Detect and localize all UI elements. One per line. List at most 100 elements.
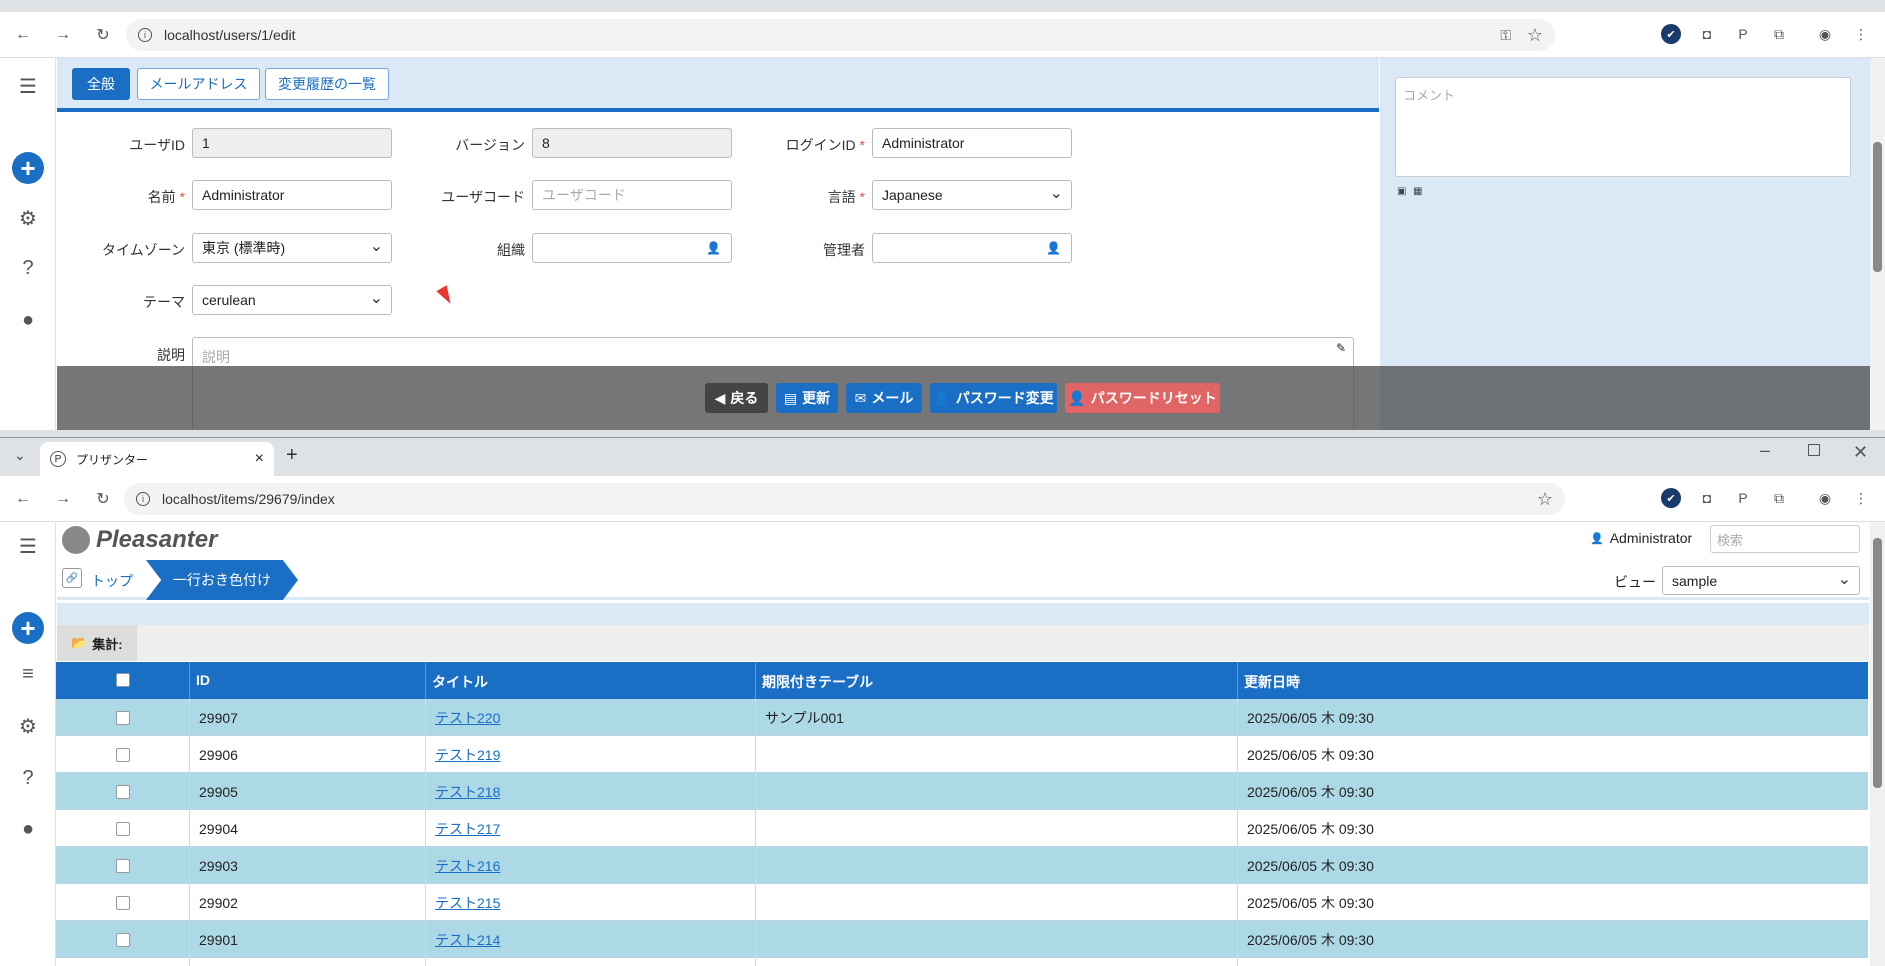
add-icon[interactable]: + — [12, 612, 44, 644]
site-info-icon[interactable]: i — [138, 28, 152, 42]
name-input[interactable]: Administrator — [192, 180, 392, 210]
row-checkbox[interactable] — [116, 895, 130, 910]
row-checkbox[interactable] — [116, 858, 130, 873]
user-icon[interactable]: ● — [14, 815, 42, 843]
gear-icon[interactable]: ⚙ — [14, 204, 42, 232]
bookmark-star-icon[interactable]: ☆ — [1527, 25, 1543, 46]
profile-icon[interactable]: ◉ — [1815, 24, 1835, 44]
table-row[interactable]: テスト — [56, 958, 1868, 966]
forward-nav-icon[interactable]: → — [52, 488, 74, 510]
row-select[interactable] — [116, 736, 130, 773]
breadcrumb-current[interactable]: 一行おき色付け — [146, 560, 298, 600]
column-header-updated[interactable]: 更新日時 — [1244, 672, 1300, 692]
cell-title[interactable]: テスト220 — [435, 699, 500, 736]
help-icon[interactable]: ? — [14, 764, 42, 792]
row-checkbox[interactable] — [116, 932, 130, 947]
puzzle-icon[interactable]: ⧉ — [1769, 488, 1789, 508]
close-tab-icon[interactable]: × — [255, 450, 264, 468]
table-row[interactable]: 29905 テスト218 2025/06/05 木 09:30 — [56, 773, 1868, 810]
scrollbar-thumb[interactable] — [1873, 142, 1882, 272]
key-icon[interactable]: ⚿ — [1500, 27, 1511, 44]
back-button[interactable]: ◀ 戻る — [705, 383, 768, 413]
cell-title[interactable]: テスト215 — [435, 884, 500, 921]
language-select[interactable]: Japanese — [872, 180, 1072, 210]
cell-title[interactable]: テスト218 — [435, 773, 500, 810]
add-icon[interactable]: + — [12, 152, 44, 184]
cell-title[interactable]: テスト216 — [435, 847, 500, 884]
table-row[interactable]: 29901 テスト214 2025/06/05 木 09:30 — [56, 921, 1868, 958]
logo[interactable]: Pleasanter — [62, 526, 217, 554]
column-header-title[interactable]: タイトル — [432, 672, 488, 692]
omnibox[interactable]: i localhost/items/29679/index ☆ — [124, 483, 1565, 515]
menu-kebab-icon[interactable]: ⋮ — [1851, 488, 1871, 508]
reset-password-button[interactable]: 👤 パスワードリセット — [1065, 383, 1220, 413]
table-row[interactable]: 29904 テスト217 2025/06/05 木 09:30 — [56, 810, 1868, 847]
column-header-table[interactable]: 期限付きテーブル — [762, 672, 873, 692]
back-nav-icon[interactable]: ← — [12, 488, 34, 510]
manager-input[interactable]: 👤 — [872, 233, 1072, 263]
extension-p-icon[interactable]: P — [1733, 488, 1753, 508]
grid-icon[interactable]: ▦ — [1413, 186, 1422, 197]
view-select[interactable]: sample — [1662, 566, 1860, 595]
extension-p-icon[interactable]: P — [1733, 24, 1753, 44]
reload-icon[interactable]: ↻ — [92, 24, 114, 46]
row-select[interactable] — [116, 958, 130, 966]
new-tab-icon[interactable]: + — [286, 444, 298, 467]
bookmark-star-icon[interactable]: ☆ — [1537, 489, 1553, 510]
menu-kebab-icon[interactable]: ⋮ — [1851, 24, 1871, 44]
change-password-button[interactable]: 👤 パスワード変更 — [930, 383, 1057, 413]
row-checkbox[interactable] — [116, 784, 130, 799]
row-select[interactable] — [116, 699, 130, 736]
sort-icon[interactable]: ≡ — [14, 660, 42, 688]
login-id-input[interactable]: Administrator — [872, 128, 1072, 158]
cell-title[interactable]: テスト219 — [435, 736, 500, 773]
close-window-icon[interactable]: ✕ — [1853, 442, 1868, 463]
timezone-select[interactable]: 東京 (標準時) — [192, 233, 392, 263]
omnibox[interactable]: i localhost/users/1/edit ⚿ ☆ — [126, 19, 1555, 51]
hamburger-icon[interactable]: ☰ — [14, 532, 42, 560]
scrollbar-track[interactable] — [1870, 522, 1885, 966]
site-info-icon[interactable]: i — [136, 492, 150, 506]
row-checkbox[interactable] — [116, 747, 130, 762]
tab-history[interactable]: 変更履歴の一覧 — [265, 68, 389, 100]
active-tab[interactable]: P プリザンター × — [40, 442, 274, 476]
cell-title[interactable]: テスト — [435, 958, 477, 966]
image-icon[interactable]: ▣ — [1397, 186, 1406, 197]
row-checkbox[interactable] — [116, 710, 130, 725]
breadcrumb-top[interactable]: トップ — [91, 571, 133, 591]
pencil-icon[interactable]: ✎ — [1336, 341, 1346, 355]
user-menu[interactable]: 👤 Administrator — [1590, 530, 1692, 546]
profile-icon[interactable]: ◉ — [1815, 488, 1835, 508]
comment-textarea[interactable]: コメント — [1395, 77, 1851, 177]
camera-icon[interactable]: ◘ — [1697, 24, 1717, 44]
user-icon[interactable]: ● — [14, 306, 42, 334]
person-icon[interactable]: 👤 — [1046, 241, 1061, 255]
tab-email[interactable]: メールアドレス — [137, 68, 260, 100]
link-icon[interactable]: 🔗 — [62, 568, 82, 588]
person-icon[interactable]: 👤 — [706, 241, 721, 255]
scrollbar-thumb[interactable] — [1873, 538, 1882, 788]
camera-icon[interactable]: ◘ — [1697, 488, 1717, 508]
puzzle-icon[interactable]: ⧉ — [1769, 24, 1789, 44]
help-icon[interactable]: ? — [14, 254, 42, 282]
scrollbar-track[interactable] — [1870, 58, 1885, 430]
row-select[interactable] — [116, 847, 130, 884]
table-row[interactable]: 29906 テスト219 2025/06/05 木 09:30 — [56, 736, 1868, 773]
hamburger-icon[interactable]: ☰ — [14, 72, 42, 100]
cell-title[interactable]: テスト217 — [435, 810, 500, 847]
extension-check-icon[interactable]: ✔ — [1661, 488, 1681, 508]
organization-input[interactable]: 👤 — [532, 233, 732, 263]
row-select[interactable] — [116, 773, 130, 810]
maximize-icon[interactable] — [1808, 444, 1820, 456]
table-row[interactable]: 29907 テスト220 サンプル001 2025/06/05 木 09:30 — [56, 699, 1868, 736]
row-select[interactable] — [116, 921, 130, 958]
row-select[interactable] — [116, 810, 130, 847]
cell-title[interactable]: テスト214 — [435, 921, 500, 958]
search-input[interactable]: 検索 — [1710, 525, 1860, 553]
tab-search-icon[interactable]: ⌄ — [14, 447, 26, 464]
minimize-icon[interactable]: – — [1760, 440, 1770, 461]
back-nav-icon[interactable]: ← — [12, 24, 34, 46]
forward-nav-icon[interactable]: → — [52, 24, 74, 46]
theme-select[interactable]: cerulean — [192, 285, 392, 315]
extension-check-icon[interactable]: ✔ — [1661, 24, 1681, 44]
